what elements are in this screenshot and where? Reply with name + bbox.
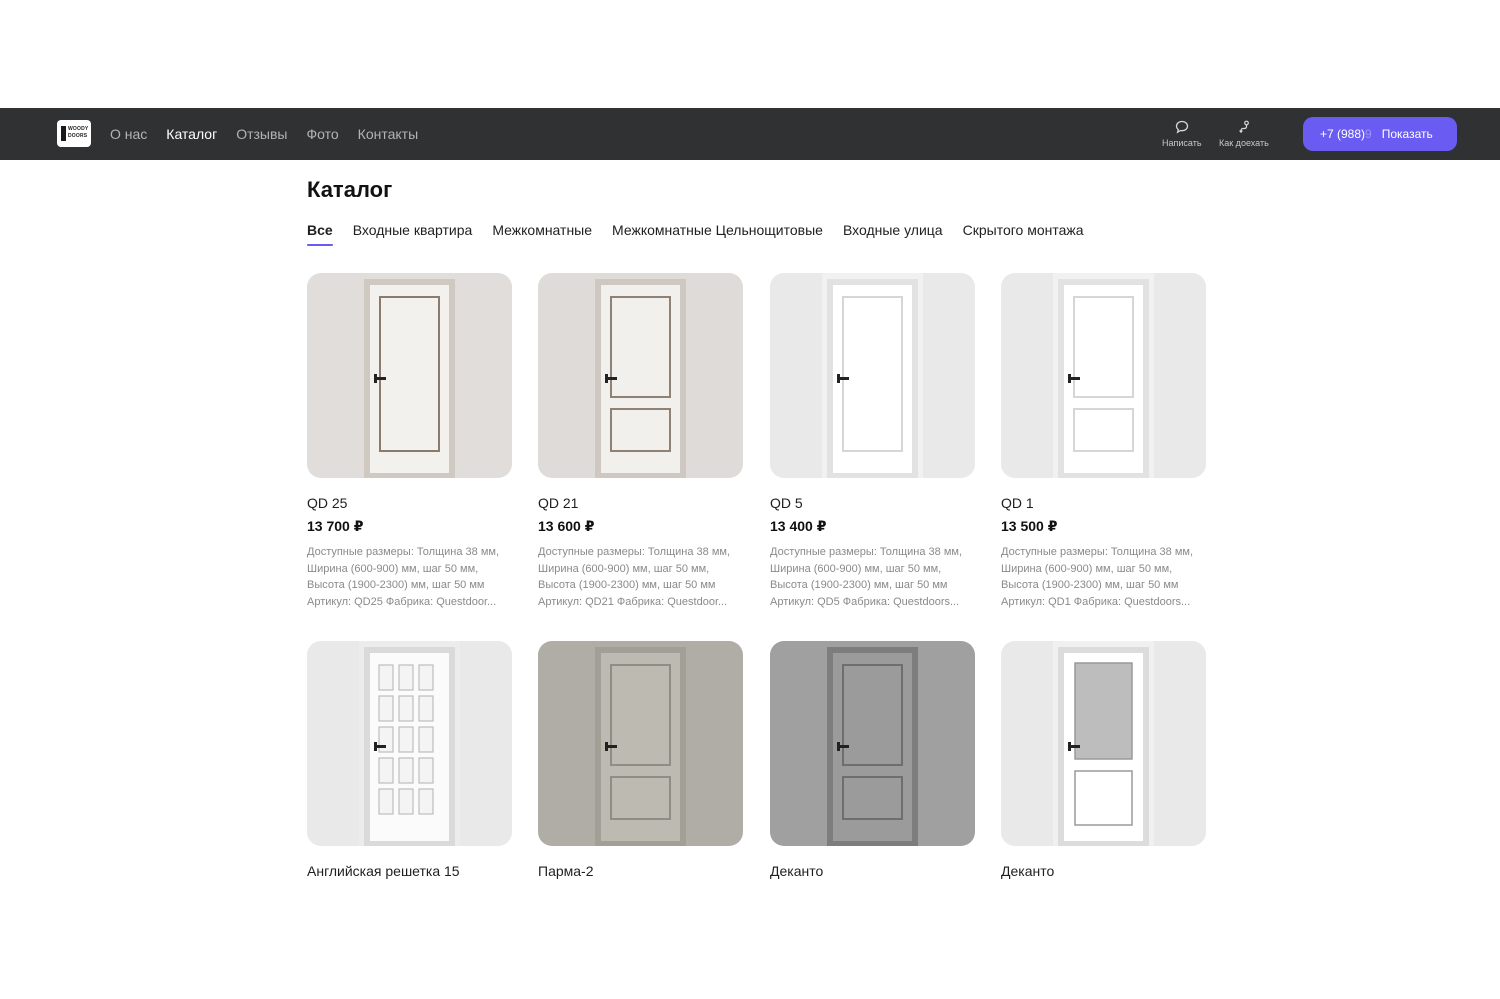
- tab-1[interactable]: Входные квартира: [353, 222, 473, 246]
- product-name[interactable]: QD 25: [307, 495, 512, 511]
- category-tabs: Все Входные квартира Межкомнатные Межкомнат…: [307, 222, 1104, 246]
- product-image[interactable]: [538, 641, 743, 846]
- show-phone-label: Показать: [1381, 127, 1433, 141]
- tab-4[interactable]: Входные улица: [843, 222, 943, 246]
- door-image: [307, 273, 512, 478]
- product-image[interactable]: [307, 641, 512, 846]
- product-price: 13 400 ₽: [770, 518, 827, 534]
- product-name[interactable]: Парма-2: [538, 863, 743, 879]
- product-image[interactable]: [1001, 273, 1206, 478]
- product-name[interactable]: Деканто: [1001, 863, 1206, 879]
- product-name[interactable]: QD 21: [538, 495, 743, 511]
- product-card[interactable]: Деканто: [770, 641, 975, 879]
- door-image: [307, 641, 512, 846]
- product-card[interactable]: QD 21 13 600 ₽ Доступные размеры: Толщина …: [538, 273, 743, 610]
- product-card[interactable]: Деканто: [1001, 641, 1206, 879]
- product-description: Доступные размеры: Толщина 38 мм, Ширина…: [307, 546, 500, 608]
- product-name[interactable]: Английская решетка 15: [307, 863, 512, 879]
- product-name[interactable]: QD 5: [770, 495, 975, 511]
- phone-number: +7 (988): [1320, 127, 1366, 141]
- phone-number-hidden: 9: [1365, 127, 1372, 141]
- product-description: Доступные размеры: Толщина 38 мм, Ширина…: [538, 546, 731, 608]
- door-image: [770, 641, 975, 846]
- brand-logo[interactable]: WOODY DOORS: [57, 120, 91, 147]
- top-navbar: WOODY DOORS О нас Каталог Отзывы Фото Контакт…: [0, 108, 1500, 160]
- route-icon: [1239, 120, 1249, 134]
- door-image: [538, 273, 743, 478]
- product-card[interactable]: Парма-2: [538, 641, 743, 879]
- nav-link-0[interactable]: О нас: [110, 126, 147, 142]
- show-phone-button[interactable]: +7 (988) 9 Показать: [1303, 117, 1457, 151]
- tab-2[interactable]: Межкомнатные: [492, 222, 592, 246]
- logo-mark: WOODY DOORS: [61, 126, 88, 141]
- product-image[interactable]: [770, 273, 975, 478]
- directions-label: Как доехать: [1219, 138, 1269, 148]
- nav-link-1[interactable]: Каталог: [166, 126, 217, 142]
- tab-3[interactable]: Межкомнатные Цельнощитовые: [612, 222, 823, 246]
- door-image: [770, 273, 975, 478]
- product-description: Доступные размеры: Толщина 38 мм, Ширина…: [1001, 546, 1194, 608]
- product-name[interactable]: Деканто: [770, 863, 975, 879]
- write-message-button[interactable]: Написать: [1162, 120, 1202, 148]
- nav-link-2[interactable]: Отзывы: [236, 126, 287, 142]
- product-card[interactable]: QD 1 13 500 ₽ Доступные размеры: Толщина 3…: [1001, 273, 1206, 610]
- product-image[interactable]: [770, 641, 975, 846]
- door-image: [1001, 273, 1206, 478]
- product-name[interactable]: QD 1: [1001, 495, 1206, 511]
- page-title: Каталог: [307, 177, 393, 202]
- door-image: [1001, 641, 1206, 846]
- product-price: 13 600 ₽: [538, 518, 595, 534]
- nav-link-3[interactable]: Фото: [307, 126, 339, 142]
- nav-link-4[interactable]: Контакты: [358, 126, 418, 142]
- chat-bubble-icon: [1175, 120, 1188, 134]
- product-card[interactable]: QD 25 13 700 ₽ Доступные размеры: Толщина …: [307, 273, 512, 610]
- product-card[interactable]: Английская решетка 15: [307, 641, 512, 879]
- product-image[interactable]: [307, 273, 512, 478]
- product-card[interactable]: QD 5 13 400 ₽ Доступные размеры: Толщина 3…: [770, 273, 975, 610]
- product-price: 13 700 ₽: [307, 518, 364, 534]
- main-nav: О нас Каталог Отзывы Фото Контакты: [110, 108, 437, 160]
- door-image: [538, 641, 743, 846]
- tab-5[interactable]: Скрытого монтажа: [963, 222, 1084, 246]
- tab-0[interactable]: Все: [307, 222, 333, 246]
- product-price: 13 500 ₽: [1001, 518, 1058, 534]
- product-image[interactable]: [1001, 641, 1206, 846]
- write-message-label: Написать: [1162, 138, 1202, 148]
- product-image[interactable]: [538, 273, 743, 478]
- directions-button[interactable]: Как доехать: [1219, 120, 1269, 148]
- product-description: Доступные размеры: Толщина 38 мм, Ширина…: [770, 546, 963, 608]
